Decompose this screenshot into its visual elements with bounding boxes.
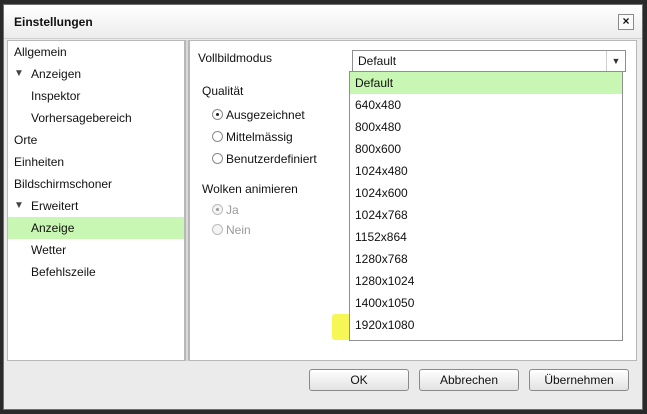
ok-button[interactable]: OK (309, 369, 409, 391)
chevron-down-icon[interactable]: ▼ (606, 51, 625, 71)
tree-item[interactable]: Inspektor (8, 85, 184, 107)
settings-tree: Allgemein ▼ Anzeigen Inspektor Vorhersageber… (7, 40, 185, 361)
dropdown-option[interactable]: 1024x768 (350, 204, 622, 226)
tree-item-label: Inspektor (31, 89, 81, 103)
clouds-radio-label: Nein (226, 223, 251, 237)
tree-item[interactable]: Vorhersagebereich (8, 107, 184, 129)
radio-dot (216, 208, 219, 211)
radio-dot (216, 113, 219, 116)
close-icon[interactable]: × (618, 14, 634, 30)
fullscreen-label: Vollbildmodus (198, 51, 273, 65)
radio-circle (212, 153, 223, 164)
tree-item-label: Allgemein (14, 45, 67, 59)
quality-radio-label: Benutzerdefiniert (226, 152, 317, 166)
title-bar[interactable]: Einstellungen × (4, 5, 642, 39)
fullscreen-dropdown-list: Default 640x480 800x480 800x600 1024x480 1024… (349, 71, 623, 341)
tree-item[interactable]: ▼ Erweitert (8, 195, 184, 217)
tree-item-label: Orte (14, 133, 38, 147)
tree-item-label: Erweitert (31, 199, 79, 213)
tree-item-label: Anzeige (31, 221, 75, 235)
quality-label: Qualität (202, 84, 244, 98)
tree-item[interactable]: Bildschirmschoner (8, 173, 184, 195)
fullscreen-select[interactable]: Default ▼ (352, 50, 626, 72)
fullscreen-select-value: Default (358, 54, 397, 68)
dropdown-option[interactable]: Default (350, 72, 622, 94)
radio-circle (212, 224, 223, 235)
dropdown-option[interactable]: 1920x1080 (350, 314, 622, 336)
window-title: Einstellungen (14, 15, 93, 29)
tree-item[interactable]: Befehlszeile (8, 261, 184, 283)
quality-radio-label: Mittelmässig (226, 130, 293, 144)
radio-circle (212, 109, 223, 120)
dropdown-option[interactable]: 800x480 (350, 116, 622, 138)
tree-item-label: Befehlszeile (31, 265, 96, 279)
dropdown-option[interactable]: 1024x600 (350, 182, 622, 204)
quality-radio-label: Ausgezeichnet (226, 108, 305, 122)
expand-triangle-icon[interactable]: ▼ (14, 195, 24, 217)
tree-item[interactable]: Anzeige (8, 217, 184, 239)
dropdown-option[interactable]: 1280x1024 (350, 270, 622, 292)
tree-item-label: Wetter (31, 243, 67, 257)
apply-button[interactable]: Übernehmen (529, 369, 629, 391)
dropdown-option[interactable]: 1152x864 (350, 226, 622, 248)
dropdown-option[interactable]: 640x480 (350, 94, 622, 116)
tree-item[interactable]: Orte (8, 129, 184, 151)
clouds-radio-label: Ja (226, 203, 239, 217)
cancel-button[interactable]: Abbrechen (419, 369, 519, 391)
dropdown-option[interactable]: 1400x1050 (350, 292, 622, 314)
clouds-label: Wolken animieren (202, 182, 298, 196)
tree-item[interactable]: Allgemein (8, 41, 184, 63)
radio-circle (212, 204, 223, 215)
tree-item[interactable]: Wetter (8, 239, 184, 261)
tree-item-label: Vorhersagebereich (31, 111, 132, 125)
tree-item[interactable]: ▼ Anzeigen (8, 63, 184, 85)
dropdown-option[interactable]: 1280x768 (350, 248, 622, 270)
tree-item[interactable]: Einheiten (8, 151, 184, 173)
expand-triangle-icon[interactable]: ▼ (14, 63, 24, 85)
dropdown-option[interactable]: 1024x480 (350, 160, 622, 182)
dropdown-option[interactable]: 800x600 (350, 138, 622, 160)
radio-circle (212, 131, 223, 142)
tree-item-label: Einheiten (14, 155, 65, 169)
tree-item-label: Bildschirmschoner (14, 177, 113, 191)
tree-item-label: Anzeigen (31, 67, 82, 81)
